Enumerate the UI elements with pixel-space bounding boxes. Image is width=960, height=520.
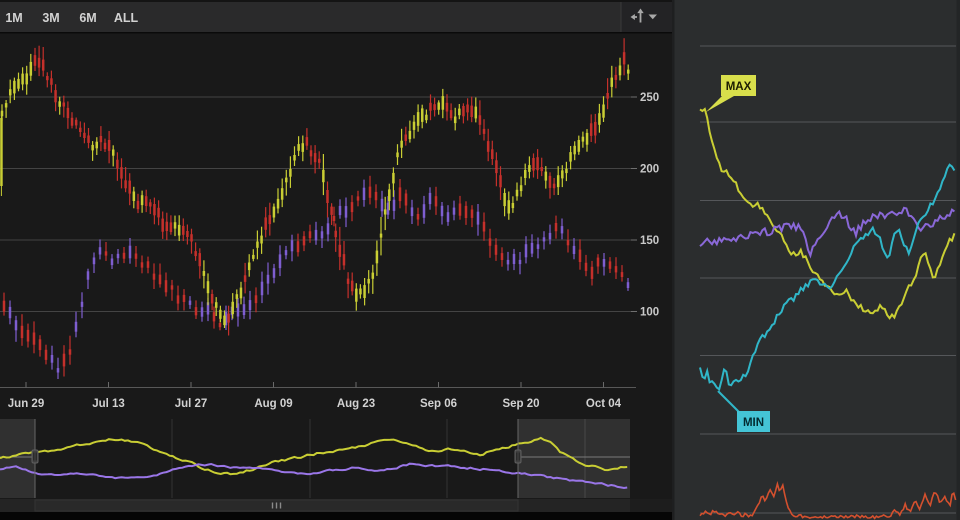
svg-text:3M: 3M — [42, 11, 59, 25]
svg-text:Aug 23: Aug 23 — [337, 398, 375, 410]
svg-text:MIN: MIN — [743, 417, 764, 429]
svg-text:250: 250 — [640, 92, 659, 104]
svg-text:Sep 20: Sep 20 — [502, 398, 539, 410]
svg-text:ALL: ALL — [114, 11, 139, 25]
svg-text:150: 150 — [640, 235, 659, 247]
svg-text:Jul 27: Jul 27 — [175, 398, 208, 410]
svg-text:Aug 09: Aug 09 — [254, 398, 292, 410]
svg-text:200: 200 — [640, 164, 659, 176]
svg-text:100: 100 — [640, 307, 659, 319]
svg-text:Jul 13: Jul 13 — [92, 398, 125, 410]
svg-text:1M: 1M — [5, 11, 22, 25]
svg-text:Jun 29: Jun 29 — [8, 398, 44, 410]
svg-text:Sep 06: Sep 06 — [420, 398, 457, 410]
svg-text:MAX: MAX — [726, 81, 752, 93]
svg-text:6M: 6M — [79, 11, 96, 25]
svg-text:Oct 04: Oct 04 — [586, 398, 622, 410]
